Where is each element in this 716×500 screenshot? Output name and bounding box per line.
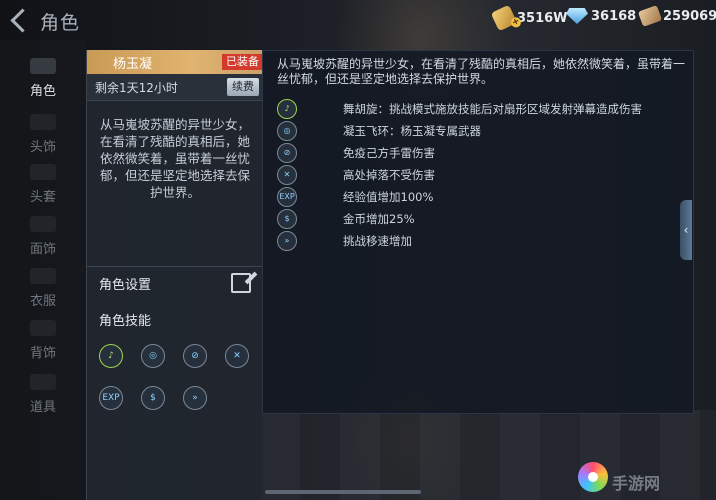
nav-item-headwear[interactable]: 头饰 bbox=[0, 114, 86, 155]
jade-ring-icon[interactable]: ◎ bbox=[141, 344, 165, 368]
role-settings-label[interactable]: 角色设置 bbox=[99, 274, 151, 293]
character-card: 杨玉凝 已装备 剩余1天12小时 续费 从马嵬坡苏醒的异世少女，在看清了残酷的真… bbox=[86, 50, 263, 500]
top-bar: 角色 + 3516W 36168 259069 bbox=[0, 0, 716, 40]
collapse-panel-tab[interactable]: ‹ bbox=[680, 200, 692, 260]
ticket-amount: 259069 bbox=[663, 8, 716, 24]
card-header: 杨玉凝 已装备 bbox=[87, 50, 263, 74]
diamond-icon bbox=[566, 8, 588, 24]
no-fall-icon[interactable]: ✕ bbox=[225, 344, 249, 368]
nav-item-role[interactable]: 角色 bbox=[0, 58, 86, 99]
face-icon bbox=[30, 216, 56, 232]
role-skills-label: 角色技能 bbox=[99, 314, 152, 329]
no-thunder-icon[interactable]: ⊘ bbox=[183, 344, 207, 368]
role-icon bbox=[30, 58, 56, 74]
speed-icon[interactable]: » bbox=[183, 386, 207, 410]
character-name: 杨玉凝 bbox=[113, 57, 153, 72]
diamond-amount: 36168 bbox=[591, 8, 637, 24]
equipped-badge: 已装备 bbox=[222, 54, 263, 70]
headwear-icon bbox=[30, 114, 56, 130]
speed-icon: » bbox=[277, 231, 297, 251]
dance-icon: ♪ bbox=[277, 99, 297, 119]
skill-row: » 挑战移速增加 bbox=[277, 231, 677, 251]
hood-icon bbox=[30, 164, 56, 180]
category-nav: 角色 头饰 头套 面饰 衣服 背饰 道具 bbox=[0, 40, 86, 500]
no-fall-icon: ✕ bbox=[277, 165, 297, 185]
renew-button[interactable]: 续费 bbox=[227, 78, 259, 96]
back-accessory-icon bbox=[30, 320, 56, 336]
edit-icon[interactable] bbox=[231, 273, 251, 293]
skill-row: ◎ 凝玉飞环：杨玉凝专属武器 bbox=[277, 121, 677, 141]
watermark-text: 手游网 bbox=[612, 474, 661, 493]
coin-icon[interactable]: $ bbox=[141, 386, 165, 410]
nav-item-props[interactable]: 道具 bbox=[0, 374, 86, 415]
horizontal-scrollbar[interactable] bbox=[265, 490, 421, 494]
nav-item-face[interactable]: 面饰 bbox=[0, 216, 86, 257]
skill-detail-panel: 从马嵬坡苏醒的异世少女，在看清了残酷的真相后，她依然微笑着，虽带着一丝忧郁，但还… bbox=[262, 50, 694, 414]
divider bbox=[87, 266, 263, 267]
dance-icon[interactable]: ♪ bbox=[99, 344, 123, 368]
skill-row: ⊘ 免疫己方手雷伤害 bbox=[277, 143, 677, 163]
nav-item-clothes[interactable]: 衣服 bbox=[0, 268, 86, 309]
exp-icon[interactable]: EXP bbox=[99, 386, 123, 410]
remaining-time-row: 剩余1天12小时 续费 bbox=[87, 74, 263, 101]
ticket-currency[interactable]: 259069 bbox=[637, 5, 716, 27]
nav-item-hood[interactable]: 头套 bbox=[0, 164, 86, 205]
skill-row: ✕ 高处掉落不受伤害 bbox=[277, 165, 677, 185]
detail-description: 从马嵬坡苏醒的异世少女，在看清了残酷的真相后，她依然微笑着，虽带着一丝忧郁，但还… bbox=[277, 57, 686, 86]
ticket-icon bbox=[637, 5, 663, 27]
gold-amount: 3516W bbox=[517, 10, 568, 26]
gold-icon: + bbox=[490, 4, 523, 32]
skill-row: EXP 经验值增加100% bbox=[277, 187, 677, 207]
skill-row: ♪ 舞胡旋：挑战模式施放技能后对扇形区域发射弹幕造成伤害 bbox=[277, 99, 677, 119]
skill-row: $ 金币增加25% bbox=[277, 209, 677, 229]
props-icon bbox=[30, 374, 56, 390]
exp-icon: EXP bbox=[277, 187, 297, 207]
site-logo-icon bbox=[578, 462, 608, 492]
back-arrow-icon[interactable] bbox=[10, 8, 35, 33]
page-title: 角色 bbox=[40, 12, 81, 34]
clothes-icon bbox=[30, 268, 56, 284]
nav-item-back[interactable]: 背饰 bbox=[0, 320, 86, 361]
character-description: 从马嵬坡苏醒的异世少女，在看清了残酷的真相后，她依然微笑着，虽带着一丝忧郁，但还… bbox=[99, 117, 250, 200]
remaining-time: 剩余1天12小时 bbox=[95, 81, 178, 95]
diamond-currency[interactable]: 36168 bbox=[566, 8, 636, 24]
jade-ring-icon: ◎ bbox=[277, 121, 297, 141]
gold-currency[interactable]: + 3516W bbox=[490, 4, 568, 32]
no-thunder-icon: ⊘ bbox=[277, 143, 297, 163]
coin-icon: $ bbox=[277, 209, 297, 229]
